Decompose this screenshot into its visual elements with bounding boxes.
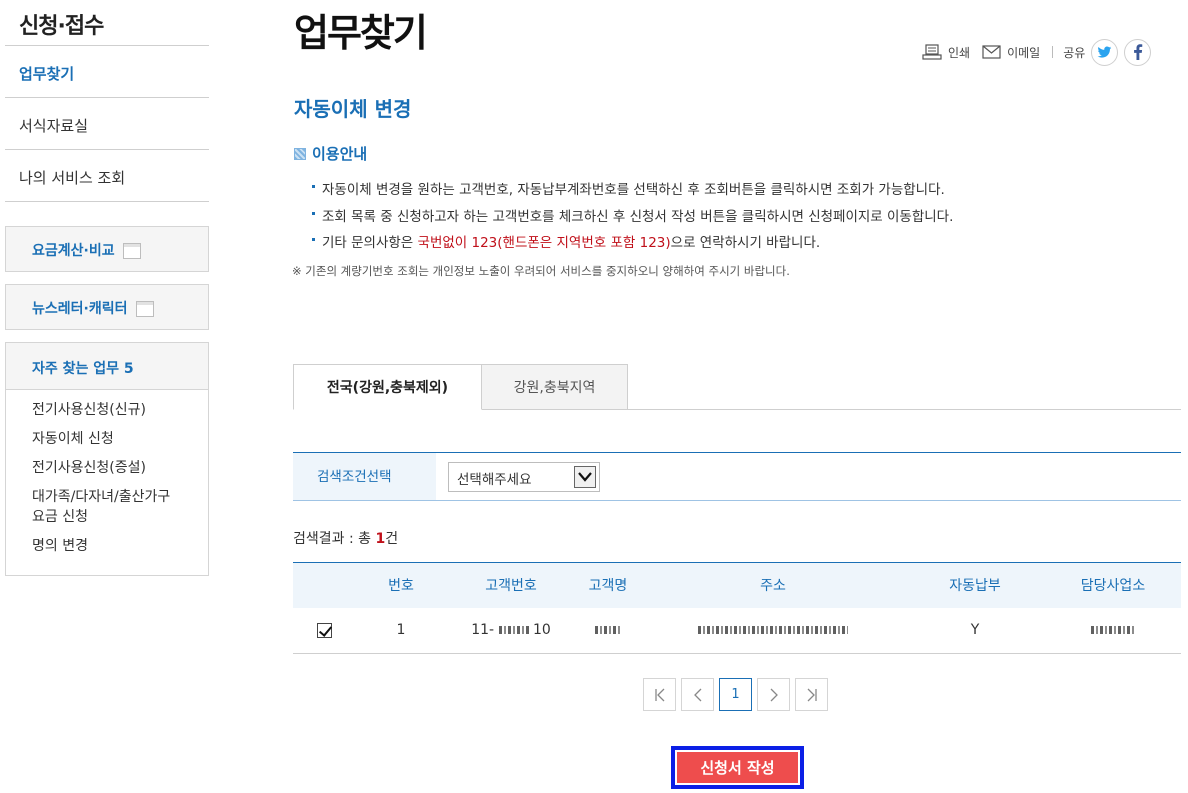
masked-text (1091, 626, 1135, 635)
result-prefix: 검색결과 : 총 (293, 531, 376, 547)
row-customer-name (575, 607, 641, 654)
new-window-icon (123, 243, 142, 259)
header-check (293, 562, 355, 608)
square-bullet-icon (294, 147, 306, 160)
frequent-task-item[interactable]: 전기사용신청(신규) (32, 400, 182, 420)
sidebar-box-newsletter[interactable]: 뉴스레터·캐릭터 (5, 284, 209, 330)
guide-item: 자동이체 변경을 원하는 고객번호, 자동납부계좌번호를 선택하신 후 조회버튼… (312, 178, 953, 205)
prev-page-button[interactable] (681, 678, 714, 711)
chevron-right-icon (770, 688, 778, 701)
sidebar-box-fee-calc[interactable]: 요금계산·비교 (5, 226, 209, 272)
twitter-icon (1097, 45, 1112, 58)
notice-text: ※ 기존의 계량기번호 조회는 개인정보 노출이 우려되어 서비스를 중지하오니… (292, 264, 790, 278)
guide-item-text: 기타 문의사항은 (322, 235, 418, 251)
frequent-tasks-list: 전기사용신청(신규) 자동이체 신청 전기사용신청(증설) 대가족/다자녀/출산… (6, 390, 208, 575)
row-address (641, 607, 905, 654)
masked-text (698, 626, 848, 635)
table-header-row: 번호 고객번호 고객명 주소 자동납부 담당사업소 (293, 562, 1181, 608)
row-check-cell (293, 607, 355, 654)
masked-text (498, 626, 529, 635)
email-label: 이메일 (1007, 45, 1041, 60)
result-count-value: 1 (375, 531, 386, 547)
new-window-icon (136, 301, 155, 317)
frequent-tasks-title: 자주 찾는 업무 5 (6, 343, 208, 390)
sidebar-menu: 업무찾기 서식자료실 나의 서비스 조회 (5, 46, 209, 202)
guide-item-text: 으로 연락하시기 바랍니다. (670, 235, 821, 251)
guide-item: 조회 목록 중 신청하고자 하는 고객번호를 체크하신 후 신청서 작성 버튼을… (312, 205, 953, 232)
header-no: 번호 (355, 562, 447, 608)
last-page-button[interactable] (795, 678, 828, 711)
print-icon (922, 44, 942, 60)
sidebar: 신청·접수 업무찾기 서식자료실 나의 서비스 조회 요금계산·비교 뉴스레터·… (5, 0, 209, 576)
search-condition-label: 검색조건선택 (293, 453, 436, 500)
result-count: 검색결과 : 총 1건 (293, 528, 398, 548)
share-label: 공유 (1063, 45, 1086, 60)
next-page-button[interactable] (757, 678, 790, 711)
write-application-label: 신청서 작성 (677, 752, 798, 783)
print-label: 인쇄 (948, 45, 971, 60)
frequent-task-item[interactable]: 전기사용신청(증설) (32, 458, 182, 478)
sidebar-item-forms[interactable]: 서식자료실 (5, 98, 209, 150)
sidebar-title: 신청·접수 (5, 0, 209, 46)
masked-text (595, 626, 621, 635)
print-button[interactable]: 인쇄 (922, 44, 970, 61)
guide-item: 기타 문의사항은 국번없이 123(핸드폰은 지역번호 포함 123)으로 연락… (312, 231, 953, 258)
sidebar-box-label: 요금계산·비교 (32, 243, 115, 259)
first-page-icon (654, 688, 664, 701)
sidebar-item-my-service[interactable]: 나의 서비스 조회 (5, 150, 209, 202)
result-suffix: 건 (385, 531, 399, 547)
page-number-button[interactable]: 1 (719, 678, 752, 711)
frequent-task-item[interactable]: 자동이체 신청 (32, 429, 182, 449)
row-checkbox[interactable] (316, 622, 332, 638)
search-condition: 검색조건선택 선택해주세요 (293, 452, 1181, 501)
row-auto-pay: Y (905, 607, 1045, 654)
sidebar-box-label: 뉴스레터·캐릭터 (32, 301, 128, 317)
header-customer-name: 고객명 (575, 562, 641, 608)
search-condition-select[interactable]: 선택해주세요 (448, 462, 600, 492)
header-office: 담당사업소 (1045, 562, 1181, 608)
section-title: 자동이체 변경 (294, 97, 412, 121)
row-no: 1 (355, 607, 447, 654)
customer-no-suffix: 10 (532, 622, 551, 639)
last-page-icon (807, 688, 817, 701)
select-value: 선택해주세요 (457, 472, 532, 488)
write-application-button[interactable]: 신청서 작성 (671, 746, 804, 789)
tab-gangwon-chungbuk[interactable]: 강원,충북지역 (481, 364, 628, 410)
row-office (1045, 607, 1181, 654)
frequent-tasks: 자주 찾는 업무 5 전기사용신청(신규) 자동이체 신청 전기사용신청(증설)… (5, 342, 209, 576)
header-auto-pay: 자동납부 (905, 562, 1045, 608)
facebook-icon (1133, 44, 1143, 60)
table-row: 1 11- 10 Y (293, 607, 1181, 654)
pagination: 1 (643, 678, 833, 711)
header-customer-no: 고객번호 (447, 562, 575, 608)
contact-number: 국번없이 123(핸드폰은 지역번호 포함 123) (417, 235, 671, 251)
sidebar-item-find-task[interactable]: 업무찾기 (5, 46, 209, 98)
email-icon (982, 45, 1001, 59)
tab-nationwide[interactable]: 전국(강원,충북제외) (293, 364, 482, 410)
chevron-left-icon (693, 688, 701, 701)
result-table: 번호 고객번호 고객명 주소 자동납부 담당사업소 1 11- 10 Y (293, 562, 1181, 654)
chevron-down-icon (574, 466, 596, 488)
row-customer-no: 11- 10 (447, 607, 575, 654)
header-address: 주소 (641, 562, 905, 608)
region-tabs: 강원,충북지역 전국(강원,충북제외) (293, 364, 1181, 410)
frequent-task-item[interactable]: 명의 변경 (32, 536, 182, 556)
page-title: 업무찾기 (294, 11, 428, 55)
facebook-button[interactable] (1124, 38, 1152, 66)
guide-title-label: 이용안내 (312, 145, 368, 163)
email-button[interactable]: 이메일 (982, 44, 1040, 61)
guide-list: 자동이체 변경을 원하는 고객번호, 자동납부계좌번호를 선택하신 후 조회버튼… (312, 178, 953, 258)
customer-no-prefix: 11- (471, 622, 495, 639)
first-page-button[interactable] (643, 678, 676, 711)
frequent-task-item[interactable]: 대가족/다자녀/출산가구 요금 신청 (32, 487, 182, 527)
guide-title: 이용안내 (294, 143, 367, 164)
twitter-button[interactable] (1091, 38, 1119, 66)
divider (1052, 46, 1054, 58)
utility-bar: 인쇄 이메일 공유 (922, 38, 1152, 66)
